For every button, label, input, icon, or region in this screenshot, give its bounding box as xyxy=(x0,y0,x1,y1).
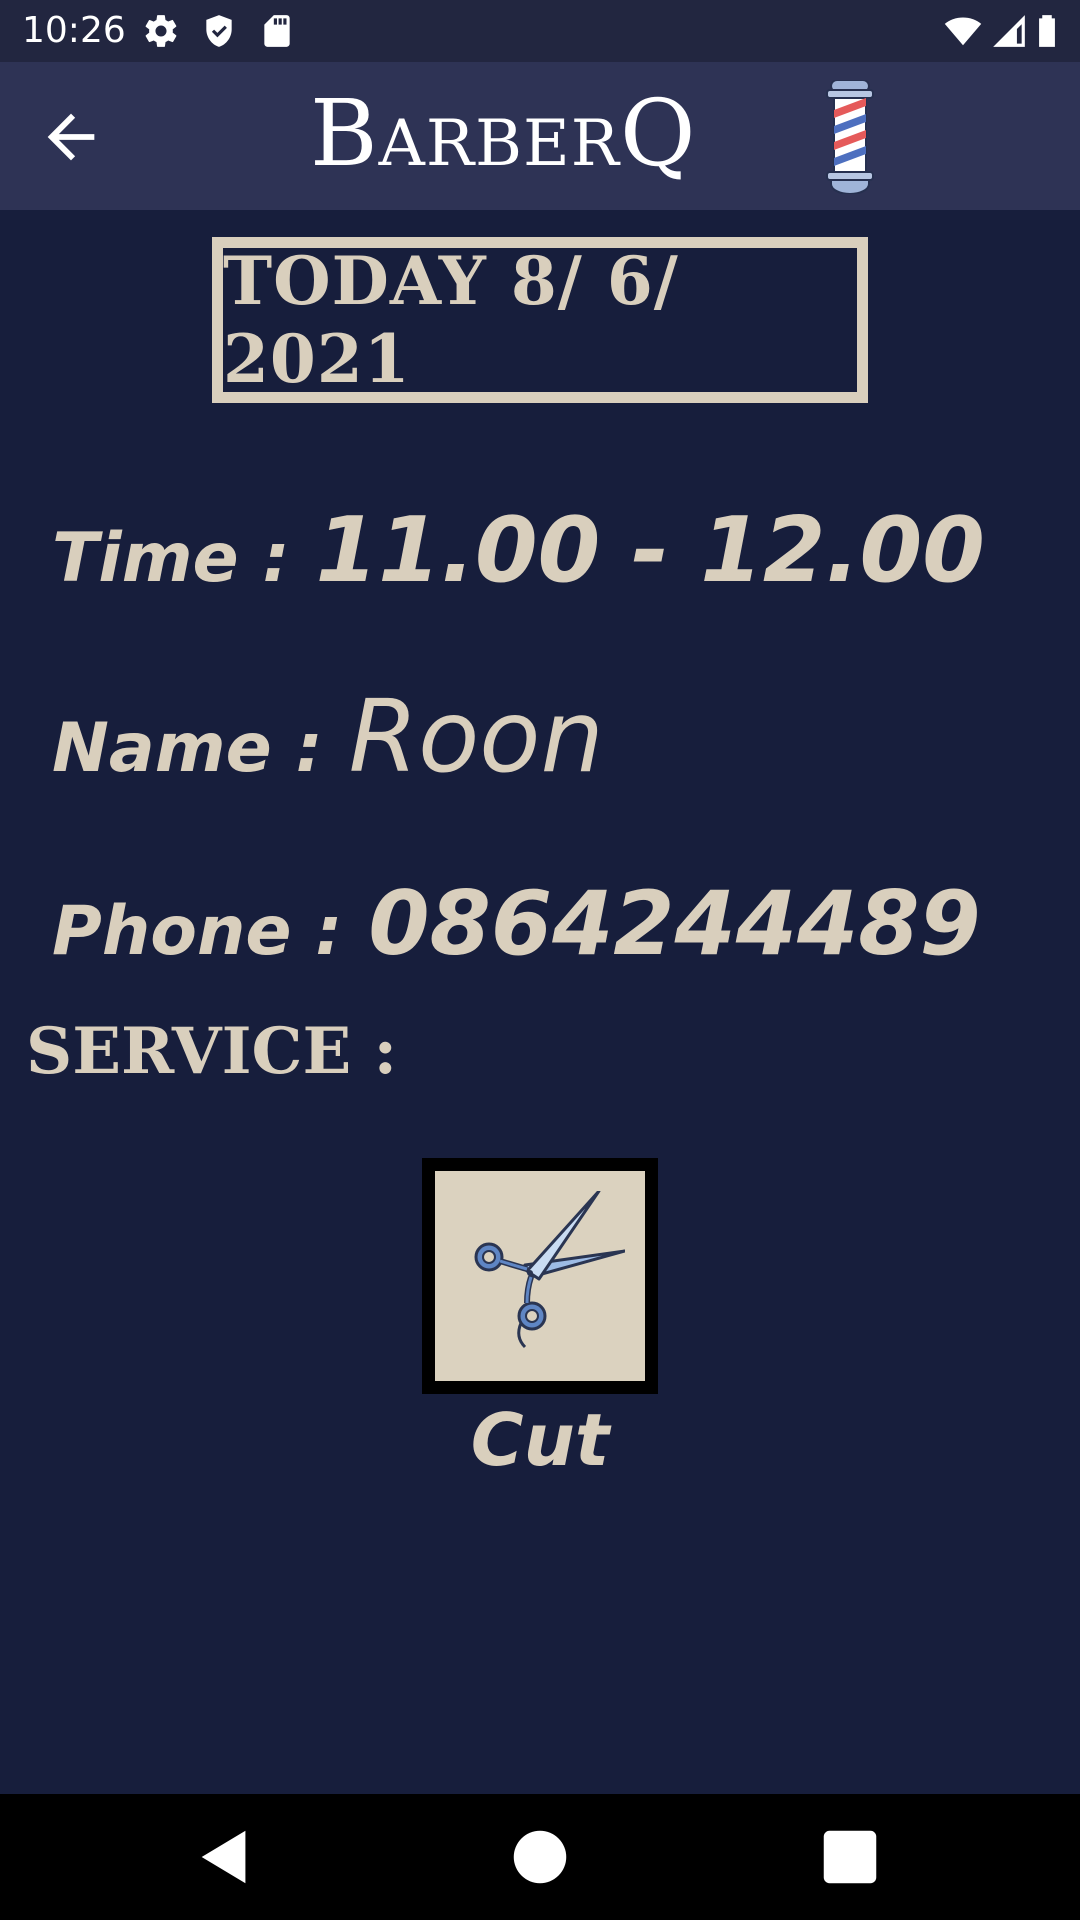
name-label: Name : xyxy=(52,709,323,788)
name-value: Roon xyxy=(348,678,604,795)
scissors-icon xyxy=(474,1191,625,1349)
service-card-cut[interactable] xyxy=(422,1158,658,1394)
shield-icon xyxy=(206,15,232,47)
battery-icon xyxy=(1039,15,1055,47)
status-bar: 10:26 xyxy=(0,0,1080,62)
service-label-cut: Cut xyxy=(470,1398,610,1482)
status-time: 10:26 xyxy=(22,10,126,51)
name-row: Name : Roon xyxy=(52,678,604,795)
signal-icon xyxy=(993,15,1025,47)
back-arrow-button[interactable] xyxy=(36,102,106,172)
gear-icon xyxy=(145,15,177,47)
back-triangle-icon[interactable] xyxy=(190,1822,260,1892)
app-bar: BarberQ xyxy=(0,62,1080,210)
system-nav-bar xyxy=(0,1794,1080,1920)
booking-detail-screen: 10:26 BarberQ TODAY 8/ 6/ 2021 Time: 11… xyxy=(0,0,1080,1920)
time-value: 11.00 - 12.00 xyxy=(315,498,985,603)
home-circle-icon[interactable] xyxy=(505,1822,575,1892)
wifi-icon xyxy=(944,17,982,46)
sd-card-icon xyxy=(264,15,290,47)
date-label: TODAY 8/ 6/ 2021 xyxy=(223,242,679,398)
date-box: TODAY 8/ 6/ 2021 xyxy=(212,237,868,403)
app-logo-title: BarberQ xyxy=(310,80,697,187)
time-row: Time : 11.00 - 12.00 xyxy=(52,498,985,603)
recents-square-icon[interactable] xyxy=(815,1822,885,1892)
phone-value: 0864244489 xyxy=(368,872,981,975)
service-heading: SERVICE : xyxy=(26,1014,398,1089)
time-label: Time : xyxy=(52,519,290,598)
barber-pole-icon xyxy=(826,80,874,194)
phone-label: Phone : xyxy=(52,892,343,971)
phone-row: Phone : 0864244489 xyxy=(52,872,981,975)
